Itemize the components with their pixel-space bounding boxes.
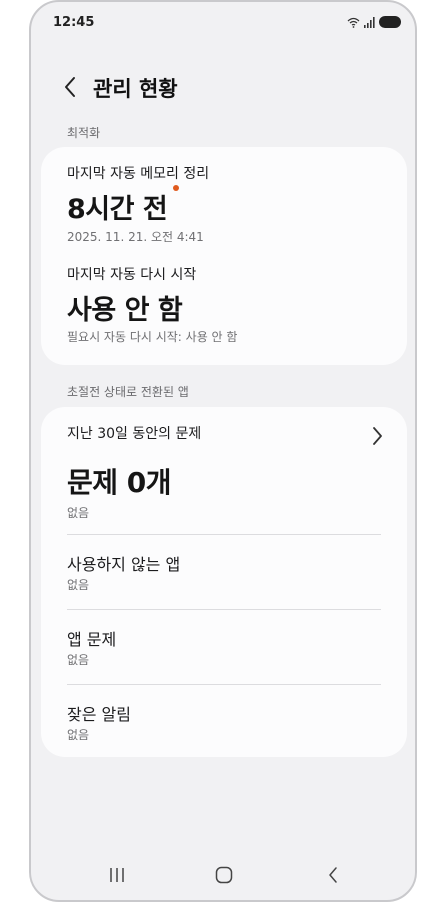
- signal-icon: [364, 16, 375, 28]
- notification-dot: [173, 185, 179, 191]
- nav-back-button[interactable]: [315, 860, 351, 890]
- section-label-optimization: 최적화: [67, 126, 101, 140]
- phone-screen: 12:45 관리 현황 최적화 마지막 자동 메모리 정리 8시간 전 2025…: [29, 0, 417, 902]
- app-header: 관리 현황: [31, 68, 415, 108]
- auto-restart-detail: 필요시 자동 다시 시작: 사용 안 함: [67, 330, 238, 344]
- list-item-sub: 없음: [67, 653, 90, 667]
- memory-cleanup-label: 마지막 자동 메모리 정리: [67, 166, 210, 182]
- list-item-frequent-notifications[interactable]: 잦은 알림 없음: [41, 685, 407, 757]
- status-time: 12:45: [53, 15, 95, 30]
- battery-icon: [379, 16, 401, 28]
- list-item-sub: 없음: [67, 578, 90, 592]
- recent-apps-icon: [110, 868, 124, 882]
- deep-sleep-card: 지난 30일 동안의 문제 문제 0개 없음 사용하지 않는 앱 없음 앱 문제…: [41, 407, 407, 757]
- list-item-title: 잦은 알림: [67, 705, 131, 724]
- section-label-deep-sleep: 초절전 상태로 전환된 앱: [67, 385, 189, 399]
- home-icon: [215, 866, 233, 884]
- list-item-title: 앱 문제: [67, 630, 117, 649]
- recent-apps-button[interactable]: [99, 860, 135, 890]
- auto-restart-label: 마지막 자동 다시 시작: [67, 267, 197, 283]
- problems-count: 문제 0개: [67, 466, 172, 499]
- memory-cleanup-timestamp: 2025. 11. 21. 오전 4:41: [67, 230, 204, 244]
- status-bar: 12:45: [31, 2, 415, 44]
- navigation-bar: [31, 850, 415, 900]
- problems-row[interactable]: 지난 30일 동안의 문제 문제 0개 없음: [41, 407, 407, 531]
- list-item-unused-apps[interactable]: 사용하지 않는 앱 없음: [41, 535, 407, 609]
- chevron-left-icon: [65, 77, 75, 97]
- memory-cleanup-value: 8시간 전: [67, 194, 168, 225]
- status-icons: [347, 16, 401, 28]
- list-item-title: 사용하지 않는 앱: [67, 555, 181, 574]
- page-title: 관리 현황: [93, 77, 178, 101]
- optimization-card: 마지막 자동 메모리 정리 8시간 전 2025. 11. 21. 오전 4:4…: [41, 147, 407, 365]
- list-item-app-problems[interactable]: 앱 문제 없음: [41, 610, 407, 684]
- auto-restart-value: 사용 안 함: [67, 295, 183, 326]
- list-item-sub: 없음: [67, 728, 90, 742]
- wifi-icon: [347, 17, 360, 28]
- back-button[interactable]: [55, 70, 85, 104]
- chevron-right-icon: [373, 427, 382, 445]
- problems-row-label: 지난 30일 동안의 문제: [67, 426, 202, 442]
- problems-detail: 없음: [67, 506, 90, 520]
- back-arrow-icon: [329, 867, 337, 883]
- home-button[interactable]: [206, 860, 242, 890]
